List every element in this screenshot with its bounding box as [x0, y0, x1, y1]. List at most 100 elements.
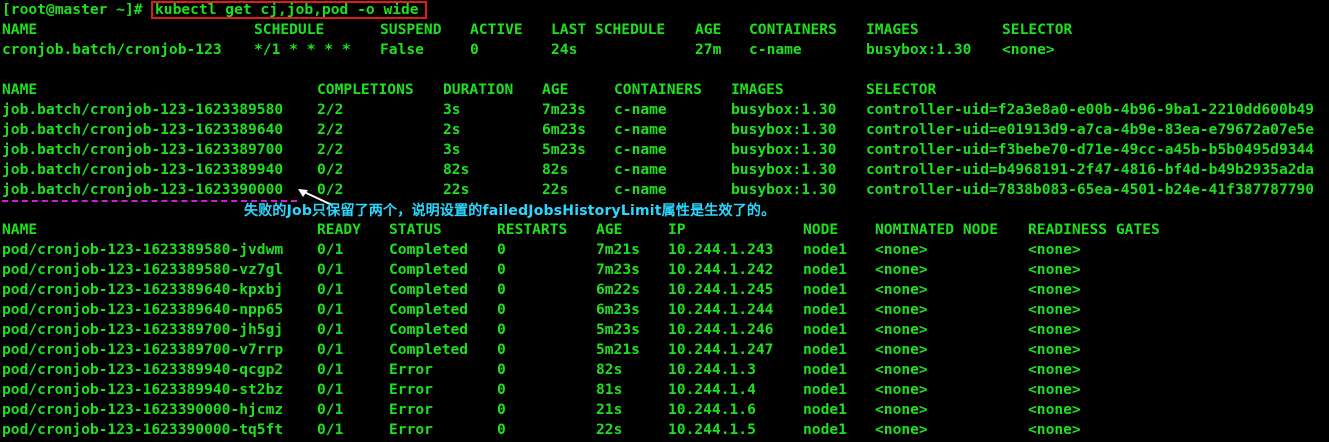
jobs-cell-name: job.batch/cronjob-123-1623389640: [2, 121, 284, 138]
jobs-cell-name: job.batch/cronjob-123-1623389580: [2, 101, 284, 118]
cronjobs-cell-selector: <none>: [1002, 41, 1055, 58]
pods-cell-status: Completed: [389, 241, 469, 258]
command-text[interactable]: kubectl get cj,job,pod -o wide: [155, 0, 419, 20]
pods-cell-nominated-node: <none>: [875, 401, 928, 418]
pods-cell-name: pod/cronjob-123-1623389700-jh5gj: [2, 321, 284, 338]
cronjobs-cell-containers: c-name: [749, 41, 802, 58]
pods-cell-ip: 10.244.1.3: [668, 361, 756, 378]
jobs-cell-duration: 3s: [443, 141, 461, 158]
pods-cell-restarts: 0: [497, 321, 506, 338]
pods-cell-status: Error: [389, 381, 433, 398]
jobs-cell-completions: 2/2: [317, 101, 344, 118]
pods-cell-ip: 10.244.1.6: [668, 401, 756, 418]
pods-header-name: NAME: [2, 221, 38, 238]
pods-cell-nominated-node: <none>: [875, 361, 928, 378]
job-table-row: job.batch/cronjob-123-1623390000 0/2 22s 22…: [0, 180, 1329, 200]
pods-cell-ready: 0/1: [317, 261, 344, 278]
pods-cell-ip: 10.244.1.245: [668, 281, 774, 298]
pods-cell-readiness-gates: <none>: [1028, 361, 1081, 378]
cronjobs-cell-active: 0: [470, 41, 479, 58]
pods-cell-restarts: 0: [497, 361, 506, 378]
pods-cell-ready: 0/1: [317, 281, 344, 298]
pods-cell-node: node1: [803, 281, 847, 298]
jobs-header-containers: CONTAINERS: [614, 81, 702, 98]
jobs-cell-selector: controller-uid=f3bebe70-d71e-49cc-a45b-b…: [866, 141, 1315, 158]
pods-header-ip: IP: [668, 221, 686, 238]
cronjobs-cell-images: busybox:1.30: [866, 41, 972, 58]
jobs-cell-name: job.batch/cronjob-123-1623389940: [2, 161, 284, 178]
jobs-cell-containers: c-name: [614, 141, 667, 158]
jobs-cell-duration: 2s: [443, 121, 461, 138]
pods-cell-age: 6m22s: [596, 281, 640, 298]
cronjobs-cell-suspend: False: [380, 41, 424, 58]
jobs-cell-containers: c-name: [614, 101, 667, 118]
pods-cell-readiness-gates: <none>: [1028, 301, 1081, 318]
pods-cell-readiness-gates: <none>: [1028, 241, 1081, 258]
cronjob-table-row: cronjob.batch/cronjob-123 */1 * * * * Fals…: [0, 40, 1329, 60]
pods-cell-node: node1: [803, 361, 847, 378]
pods-cell-nominated-node: <none>: [875, 301, 928, 318]
pods-cell-restarts: 0: [497, 261, 506, 278]
pods-header-status: STATUS: [389, 221, 442, 238]
jobs-cell-completions: 2/2: [317, 121, 344, 138]
jobs-cell-containers: c-name: [614, 121, 667, 138]
pods-cell-name: pod/cronjob-123-1623389580-jvdwm: [2, 241, 284, 258]
pods-cell-status: Completed: [389, 261, 469, 278]
pods-cell-nominated-node: <none>: [875, 341, 928, 358]
pods-cell-age: 5m23s: [596, 321, 640, 338]
jobs-cell-selector: controller-uid=f2a3e8a0-e00b-4b96-9ba1-2…: [866, 101, 1315, 118]
pods-cell-ready: 0/1: [317, 381, 344, 398]
pods-cell-age: 7m21s: [596, 241, 640, 258]
cronjobs-header-suspend: SUSPEND: [380, 21, 442, 38]
pod-table-row: pod/cronjob-123-1623389700-jh5gj 0/1 Compl…: [0, 320, 1329, 340]
pods-cell-name: pod/cronjob-123-1623389640-kpxbj: [2, 281, 284, 298]
pods-cell-age: 82s: [596, 361, 623, 378]
cronjobs-header-age: AGE: [695, 21, 722, 38]
jobs-cell-age: 82s: [542, 161, 569, 178]
pods-cell-name: pod/cronjob-123-1623390000-tq5ft: [2, 421, 284, 438]
pods-cell-restarts: 0: [497, 301, 506, 318]
jobs-cell-images: busybox:1.30: [731, 141, 837, 158]
pods-cell-age: 6m23s: [596, 301, 640, 318]
jobs-cell-duration: 22s: [443, 181, 470, 198]
pods-cell-ready: 0/1: [317, 241, 344, 258]
pod-table-row: pod/cronjob-123-1623389580-jvdwm 0/1 Compl…: [0, 240, 1329, 260]
jobs-header-images: IMAGES: [731, 81, 784, 98]
pods-cell-status: Completed: [389, 301, 469, 318]
pods-cell-readiness-gates: <none>: [1028, 401, 1081, 418]
jobs-cell-images: busybox:1.30: [731, 161, 837, 178]
cronjobs-header-containers: CONTAINERS: [749, 21, 837, 38]
jobs-cell-name: job.batch/cronjob-123-1623390000: [2, 181, 284, 198]
pods-cell-age: 7m23s: [596, 261, 640, 278]
pods-cell-age: 5m21s: [596, 341, 640, 358]
terminal-window[interactable]: [root@master ~]# kubectl get cj,job,pod …: [0, 0, 1329, 442]
jobs-header-completions: COMPLETIONS: [317, 81, 414, 98]
jobs-cell-selector: controller-uid=7838b083-65ea-4501-b24e-4…: [866, 181, 1315, 198]
jobs-header-duration: DURATION: [443, 81, 514, 98]
pod-table-row: pod/cronjob-123-1623390000-tq5ft 0/1 Error…: [0, 420, 1329, 440]
cronjobs-header-name: NAME: [2, 21, 38, 38]
cronjobs-cell-schedule: */1 * * * *: [254, 41, 351, 58]
shell-prompt: [root@master ~]#: [2, 1, 143, 18]
pods-header-age: AGE: [596, 221, 623, 238]
pods-cell-ready: 0/1: [317, 421, 344, 438]
pods-cell-node: node1: [803, 261, 847, 278]
annotation-note: 失败的Job只保留了两个，说明设置的failedJobsHistoryLimit…: [244, 203, 776, 219]
cronjobs-header-schedule: SCHEDULE: [254, 21, 325, 38]
pods-cell-name: pod/cronjob-123-1623390000-hjcmz: [2, 401, 284, 418]
jobs-cell-duration: 3s: [443, 101, 461, 118]
jobs-cell-age: 6m23s: [542, 121, 586, 138]
jobs-header-name: NAME: [2, 81, 38, 98]
pods-cell-ready: 0/1: [317, 321, 344, 338]
pod-table-row: pod/cronjob-123-1623389640-npp65 0/1 Compl…: [0, 300, 1329, 320]
pod-table-row: pod/cronjob-123-1623390000-hjcmz 0/1 Error…: [0, 400, 1329, 420]
pods-cell-ip: 10.244.1.4: [668, 381, 756, 398]
jobs-cell-age: 5m23s: [542, 141, 586, 158]
job-table-row: job.batch/cronjob-123-1623389640 2/2 2s 6m2…: [0, 120, 1329, 140]
cronjobs-header-active: ACTIVE: [470, 21, 523, 38]
pods-cell-age: 21s: [596, 401, 623, 418]
pods-cell-node: node1: [803, 381, 847, 398]
pods-cell-name: pod/cronjob-123-1623389940-qcgp2: [2, 361, 284, 378]
pods-cell-ip: 10.244.1.243: [668, 241, 774, 258]
pods-cell-readiness-gates: <none>: [1028, 321, 1081, 338]
